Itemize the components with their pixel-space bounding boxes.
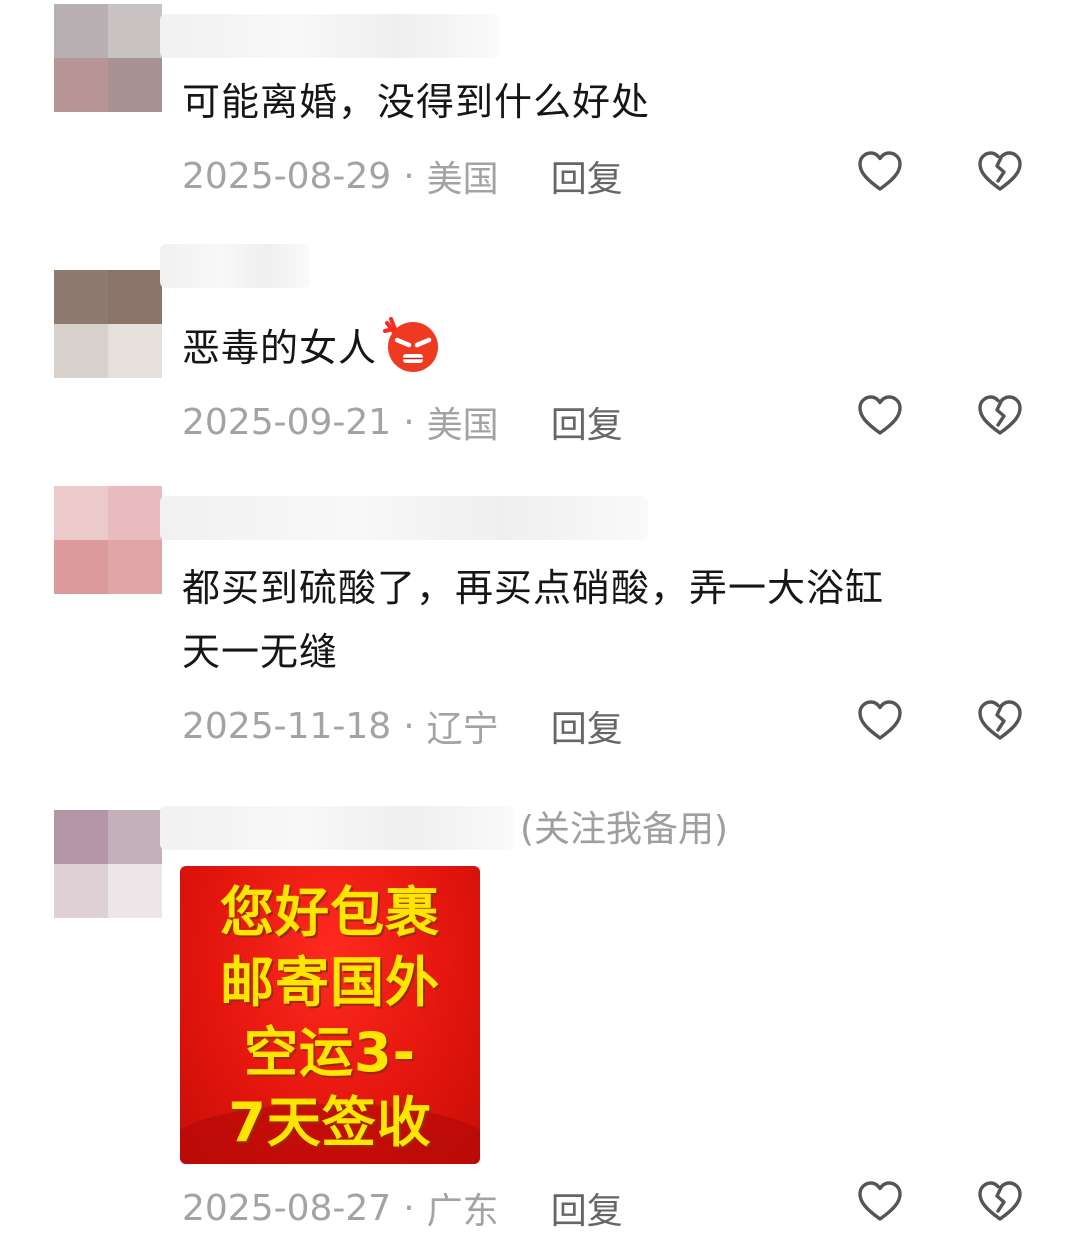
username-blurred[interactable] [160,244,310,288]
broken-heart-icon[interactable] [976,1178,1024,1226]
username-suffix: (关注我备用) [520,809,729,850]
ad-image[interactable]: 您好包裹 邮寄国外 空运3- 7天签收 [180,866,480,1164]
heart-outline-icon[interactable] [856,392,904,440]
ad-image-text: 您好包裹 邮寄国外 空运3- 7天签收 [180,878,480,1158]
avatar[interactable] [54,270,162,378]
comment-location: 美国 [426,159,499,200]
username-blurred[interactable] [160,496,648,540]
heart-outline-icon[interactable] [856,1178,904,1226]
broken-heart-icon[interactable] [976,392,1024,440]
comment-location: 美国 [426,405,499,446]
meta-separator: · [403,401,415,443]
reply-button[interactable]: 回复 [551,700,623,752]
ad-line: 您好包裹 [220,881,440,944]
avatar[interactable] [54,810,162,918]
comment-date: 2025-08-29 [182,155,392,197]
comment-date: 2025-09-21 [182,401,392,443]
ad-line: 邮寄国外 [220,951,440,1014]
username-blurred[interactable] [160,14,500,58]
comment-text-line1: 都买到硫酸了，再买点硝酸，弄一大浴缸 [182,566,885,610]
comment-meta: 2025-08-29 · 美国 回复 [182,150,623,202]
meta-separator: · [403,155,415,197]
avatar[interactable] [54,486,162,594]
ad-line: 空运3- [244,1021,416,1084]
reply-button[interactable]: 回复 [551,150,623,202]
comment-date: 2025-08-27 [182,1187,392,1229]
broken-heart-icon[interactable] [976,697,1024,745]
comment-meta: 2025-08-27 · 广东 回复 [182,1182,623,1234]
ad-line: 7天签收 [228,1091,432,1154]
comment-text-content: 恶毒的女人 [182,326,378,370]
meta-separator: · [403,705,415,747]
comment-text: 恶毒的女人 [182,316,441,380]
reply-button[interactable]: 回复 [551,1182,623,1234]
reply-button[interactable]: 回复 [551,396,623,448]
heart-outline-icon[interactable] [856,697,904,745]
comment-meta: 2025-11-18 · 辽宁 回复 [182,700,623,752]
heart-outline-icon[interactable] [856,148,904,196]
comment-location: 广东 [426,1191,499,1232]
angry-face-icon [381,317,441,373]
comment-location: 辽宁 [426,709,499,750]
comment-date: 2025-11-18 [182,705,392,747]
comment-text-line2: 天一无缝 [182,630,339,674]
avatar[interactable] [54,4,162,112]
meta-separator: · [403,1187,415,1229]
comment-text: 可能离婚，没得到什么好处 [182,80,651,124]
broken-heart-icon[interactable] [976,148,1024,196]
username-blurred[interactable] [160,806,514,850]
comment-meta: 2025-09-21 · 美国 回复 [182,396,623,448]
